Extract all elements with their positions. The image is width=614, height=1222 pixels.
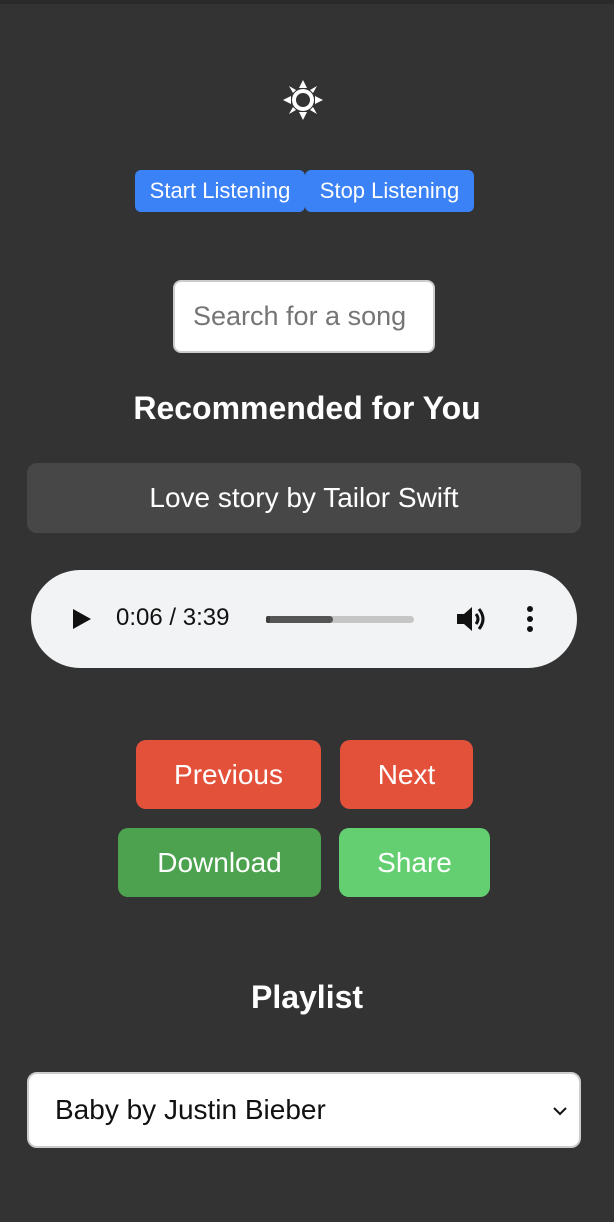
more-dot	[527, 626, 533, 632]
recommended-song-card[interactable]: Love story by Tailor Swift	[27, 463, 581, 533]
theme-toggle-button[interactable]	[281, 78, 325, 122]
more-options-button[interactable]	[521, 604, 539, 634]
more-vertical-icon	[527, 606, 533, 612]
stop-listening-button[interactable]: Stop Listening	[305, 170, 474, 212]
playlist-selected-value: Baby by Justin Bieber	[55, 1094, 326, 1125]
share-button[interactable]: Share	[339, 828, 490, 897]
progress-bar[interactable]	[266, 616, 414, 623]
recommended-title: Recommended for You	[133, 390, 481, 426]
progress-buffer	[266, 616, 333, 623]
next-button[interactable]: Next	[340, 740, 473, 809]
play-button[interactable]	[67, 605, 95, 633]
sun-icon	[283, 80, 323, 120]
volume-icon	[457, 607, 485, 631]
audio-player: 0:06 / 3:39	[31, 570, 577, 668]
progress-fill	[266, 616, 271, 623]
playlist-select[interactable]: Baby by Justin Bieber	[27, 1072, 581, 1148]
top-border	[0, 0, 614, 4]
listening-controls: Start Listening Stop Listening	[135, 170, 474, 212]
search-input[interactable]	[173, 280, 435, 353]
more-dot	[527, 616, 533, 622]
previous-button[interactable]: Previous	[136, 740, 321, 809]
play-icon	[73, 609, 91, 629]
start-listening-button[interactable]: Start Listening	[135, 170, 305, 212]
player-time: 0:06 / 3:39	[116, 604, 230, 631]
chevron-down-icon	[553, 1107, 567, 1116]
download-button[interactable]: Download	[118, 828, 321, 897]
playlist-title: Playlist	[250, 979, 364, 1015]
volume-button[interactable]	[455, 603, 489, 635]
